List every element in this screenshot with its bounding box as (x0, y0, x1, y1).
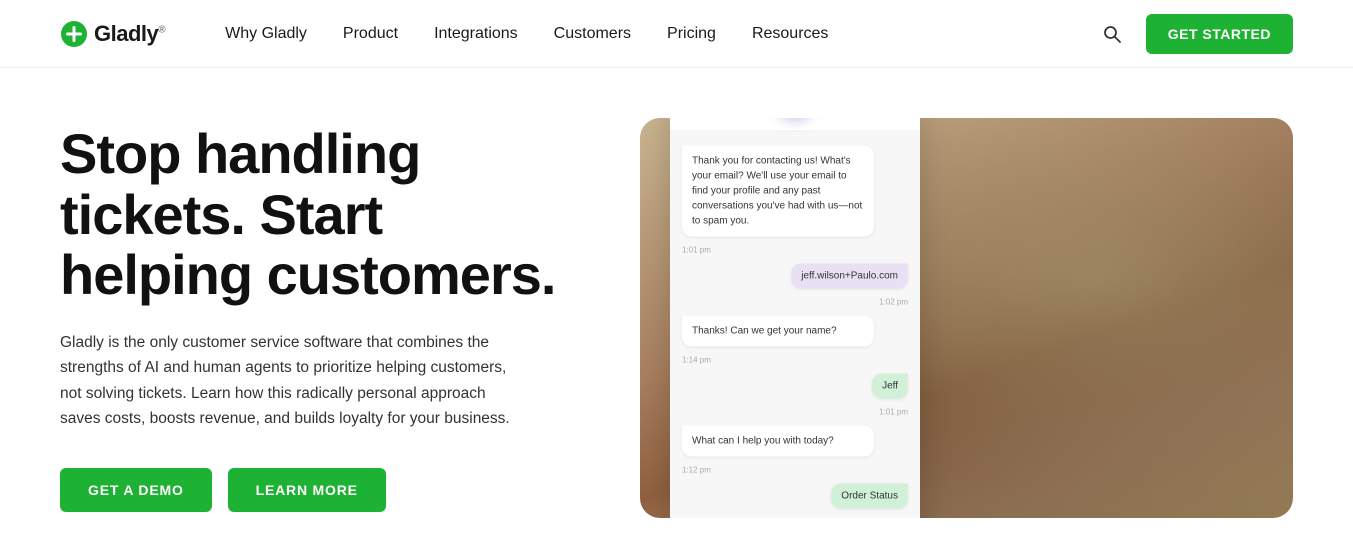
chat-back-button[interactable]: < Back (684, 118, 718, 119)
hero-heading: Stop handling tickets. Start helping cus… (60, 124, 580, 305)
chat-message-1: Thank you for contacting us! What's your… (682, 146, 874, 237)
nav-right: GET STARTED (1098, 14, 1293, 54)
chat-timestamp-6: 1:13 pm (682, 518, 908, 519)
hero-buttons: GET A DEMO LEARN MORE (60, 468, 580, 512)
chat-message-4: Jeff (872, 374, 908, 399)
chat-message-3: Thanks! Can we get your name? (682, 316, 874, 347)
logo[interactable]: Gladly® (60, 20, 165, 48)
chat-message-5: What can I help you with today? (682, 426, 874, 457)
hero-description: Gladly is the only customer service soft… (60, 330, 530, 432)
chat-message-6: Order Status (831, 484, 908, 509)
search-icon (1102, 24, 1122, 44)
chat-message-2: jeff.wilson+Paulo.com (791, 264, 908, 289)
get-started-button[interactable]: GET STARTED (1146, 14, 1293, 54)
get-demo-button[interactable]: GET A DEMO (60, 468, 212, 512)
logo-wordmark: Gladly® (94, 21, 165, 47)
chat-timestamp-4: 1:01 pm (682, 408, 908, 417)
chat-title: Let's Chat! (774, 118, 836, 120)
nav-product[interactable]: Product (343, 25, 398, 43)
nav-resources[interactable]: Resources (752, 25, 828, 43)
navbar: Gladly® Why Gladly Product Integrations … (0, 0, 1353, 68)
chat-timestamp-5: 1:12 pm (682, 466, 908, 475)
hero-section: Stop handling tickets. Start helping cus… (0, 68, 1353, 558)
hero-text-area: Stop handling tickets. Start helping cus… (60, 124, 580, 512)
nav-integrations[interactable]: Integrations (434, 25, 518, 43)
gladly-logo-icon (60, 20, 88, 48)
chat-timestamp-3: 1:14 pm (682, 356, 908, 365)
chat-overlay-card: ✦ < Back Let's Chat! — Thank you for con… (670, 118, 920, 518)
chat-timestamp-1: 1:01 pm (682, 246, 908, 255)
chat-body: Thank you for contacting us! What's your… (670, 132, 920, 519)
nav-links: Why Gladly Product Integrations Customer… (225, 25, 1098, 43)
hero-visual: ✦ < Back Let's Chat! — Thank you for con… (640, 118, 1293, 518)
chat-header: < Back Let's Chat! — (670, 118, 920, 132)
chat-close-button[interactable]: — (892, 118, 906, 121)
nav-why-gladly[interactable]: Why Gladly (225, 25, 307, 43)
learn-more-button[interactable]: LEARN MORE (228, 468, 386, 512)
nav-customers[interactable]: Customers (554, 25, 631, 43)
nav-pricing[interactable]: Pricing (667, 25, 716, 43)
chat-timestamp-2: 1:02 pm (682, 298, 908, 307)
search-button[interactable] (1098, 20, 1126, 48)
